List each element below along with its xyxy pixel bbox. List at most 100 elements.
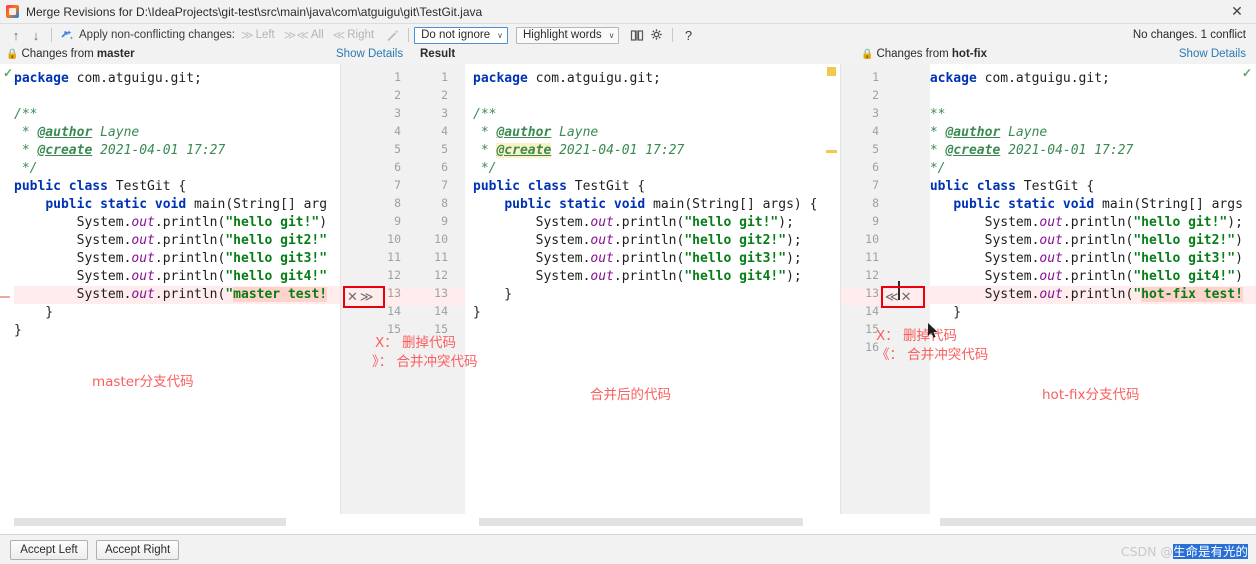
code-token: */ [473, 161, 497, 176]
show-details-left-link[interactable]: Show Details [336, 48, 403, 60]
code-token: ); [786, 269, 802, 284]
code-token: main(String[] args [1094, 197, 1243, 212]
result-editor[interactable]: package com.atguigu.git; /** * @author L… [465, 64, 840, 514]
code-token: package [473, 71, 528, 86]
line-number: 4 [394, 124, 401, 138]
previous-difference-icon[interactable]: ↑ [6, 25, 26, 45]
code-line: * @create 2021-04-01 17:27 [473, 142, 840, 160]
code-token: master test! [233, 287, 328, 302]
apply-left-button[interactable]: ≫ Left [241, 28, 275, 42]
lock-icon: 🔒 [6, 49, 19, 60]
toolbar-separator-2 [408, 28, 410, 42]
code-line: System.out.println("hello git2!"); [473, 232, 840, 250]
lock-icon-2: 🔒 [861, 49, 874, 60]
show-details-right-link[interactable]: Show Details [1179, 48, 1246, 60]
code-token: } [953, 305, 962, 320]
code-token: * [930, 143, 938, 158]
apply-non-conflicting-icon[interactable] [57, 25, 77, 45]
result-marker-change-dash[interactable] [826, 150, 837, 153]
code-token: Layne [1000, 125, 1048, 140]
right-hscrollbar[interactable] [930, 518, 1256, 526]
toolbar-separator-1 [51, 28, 52, 42]
code-token: @create [37, 143, 93, 158]
line-number: 8 [441, 196, 448, 210]
watermark-prefix: CSDN @ [1120, 544, 1173, 559]
left-changes-header: 🔒 Changes from master [6, 48, 135, 60]
help-icon[interactable]: ? [678, 25, 698, 45]
code-token: com.atguigu.git; [976, 71, 1110, 86]
code-line: System.out.println("master test! [14, 286, 340, 304]
code-line: */ [473, 160, 840, 178]
code-token: .println( [613, 215, 685, 230]
accept-right-button[interactable]: Accept Right [96, 539, 180, 560]
code-token: System. [473, 251, 591, 266]
ignore-policy-select[interactable]: Do not ignore ∨ [414, 26, 508, 44]
code-token: package [14, 71, 69, 86]
line-number: 7 [441, 178, 448, 192]
annotation-left-legend-remove: X： 删掉代码 [375, 335, 457, 351]
code-token: System. [14, 269, 132, 284]
left-change-marker [0, 296, 10, 298]
code-token: ) [1235, 269, 1243, 284]
code-line: System.out.println("hello git2!") [930, 232, 1256, 250]
result-marker-conflict-square[interactable] [827, 67, 836, 76]
result-hscrollbar[interactable] [465, 518, 840, 526]
apply-all-button[interactable]: ≫≪ All [284, 28, 324, 42]
code-token: @create [945, 143, 1001, 158]
code-token: "hello git2!" [225, 233, 328, 248]
line-number: 16 [865, 340, 879, 354]
code-token: .println( [613, 269, 685, 284]
left-status-check-icon: ✓ [3, 66, 14, 80]
annotation-right-legend-accept: 《： 合并冲突代码 [876, 347, 989, 363]
left-code: package com.atguigu.git; /** * @author L… [14, 64, 340, 340]
code-token: hot-fix test! [1141, 287, 1243, 302]
accept-left-button[interactable]: Accept Left [10, 539, 88, 560]
code-line: package com.atguigu.git; [14, 70, 340, 88]
right-branch-name: hot-fix [951, 48, 988, 60]
line-number: 9 [394, 214, 401, 228]
right-hscroll-thumb[interactable] [940, 518, 1256, 526]
line-number: 7 [872, 178, 879, 192]
gear-icon[interactable] [647, 25, 667, 45]
right-editor[interactable]: package com.atguigu.git; /** * @author L… [930, 64, 1256, 514]
code-line: public class TestGit { [930, 178, 1256, 196]
left-editor[interactable]: package com.atguigu.git; /** * @author L… [0, 64, 340, 514]
line-number: 12 [387, 268, 401, 282]
right-gutter[interactable]: 1 2 3 4 5 6 7 8 9 10 11 12 13 14 15 16 ≪ ✕ [840, 64, 932, 514]
close-icon[interactable]: ✕ [1224, 1, 1250, 23]
mouse-cursor [928, 323, 938, 338]
code-token: .println( [613, 251, 685, 266]
left-hscrollbar[interactable] [0, 518, 340, 526]
result-line-numbers-left: 1 2 3 4 5 6 7 8 9 10 11 12 13 14 15 [403, 62, 448, 340]
code-token: package [930, 71, 977, 86]
code-token: "hello git!" [684, 215, 779, 230]
code-line: System.out.println("hello git3!"); [473, 250, 840, 268]
code-token: ) [1235, 251, 1243, 266]
chevron-down-icon: ∨ [497, 30, 503, 40]
code-token: System. [473, 233, 591, 248]
conflict-status-text: No changes. 1 conflict [1132, 29, 1246, 41]
apply-changes-label: Apply non-conflicting changes: [79, 29, 235, 41]
left-hscroll-thumb[interactable] [14, 518, 286, 526]
highlight-policy-select[interactable]: Highlight words ∨ [515, 26, 620, 44]
code-token: System. [930, 233, 1040, 248]
code-token: ); [778, 215, 794, 230]
code-token: * [14, 143, 38, 158]
apply-all-chevron-icon: ≫≪ [283, 28, 309, 42]
csdn-watermark: CSDN @生命是有光的 [1121, 541, 1248, 560]
result-hscroll-thumb[interactable] [479, 518, 803, 526]
next-difference-icon[interactable]: ↓ [26, 25, 46, 45]
code-token: .println( [154, 215, 226, 230]
magic-wand-icon[interactable] [383, 25, 403, 45]
side-by-side-view-icon[interactable] [627, 25, 647, 45]
left-gutter[interactable]: 1 2 3 4 5 6 7 8 9 10 11 12 13 14 15 1 2 3 4 5 6 7 8 9 10 11 12 13 1… [340, 64, 467, 514]
annotation-left-legend-accept: 》： 合并冲突代码 [372, 354, 478, 370]
apply-right-button[interactable]: ≪ Right [333, 28, 374, 42]
code-token: out [590, 269, 614, 284]
result-header-label: Result [420, 48, 456, 60]
code-line: } [14, 304, 340, 322]
code-token: System. [473, 269, 591, 284]
